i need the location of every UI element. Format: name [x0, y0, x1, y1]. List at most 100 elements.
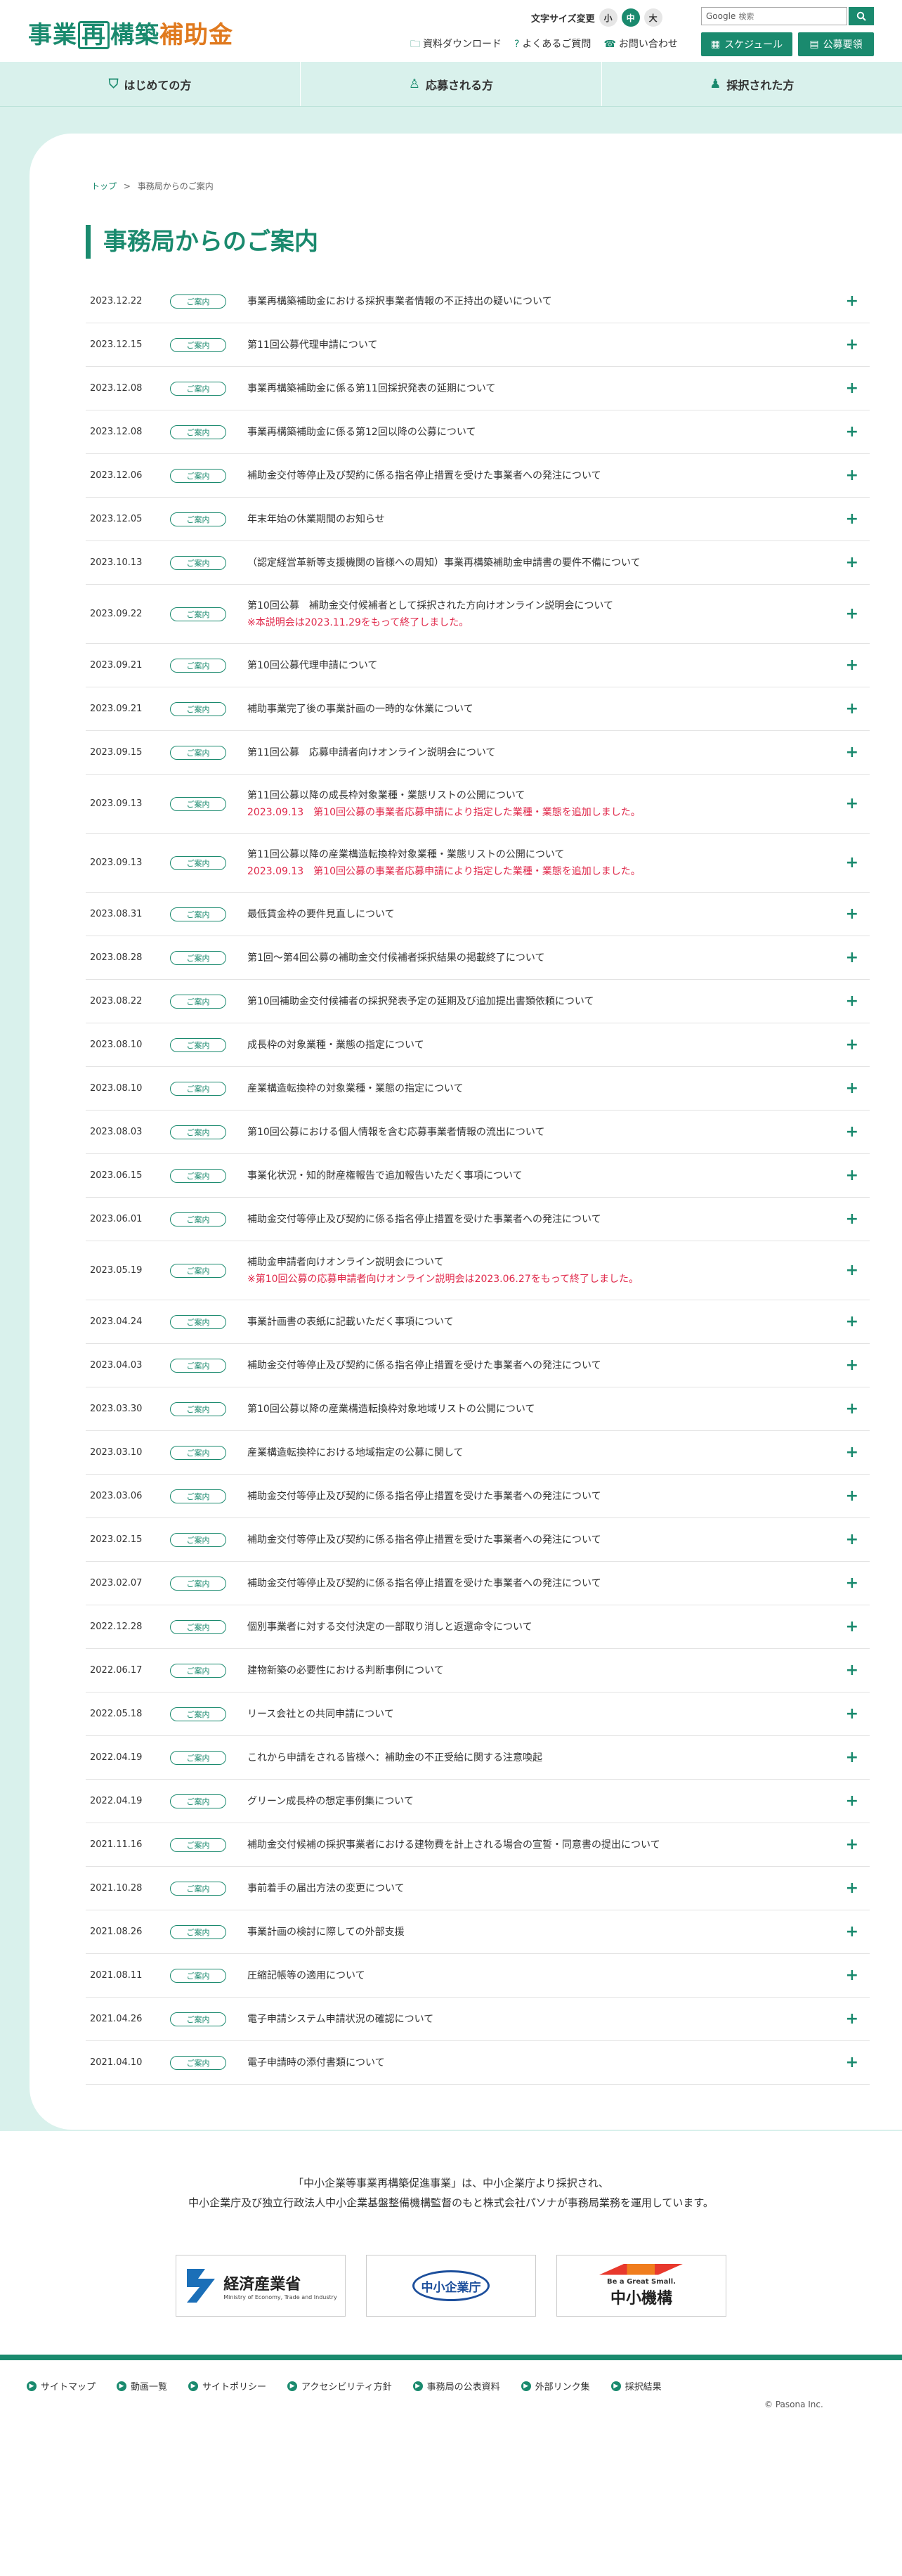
news-item[interactable]: 2023.12.15 ご案内 第11回公募代理申請について + [86, 323, 870, 367]
chusho-logo-link[interactable]: 中小企業庁 [366, 2255, 536, 2317]
news-item[interactable]: 2023.03.10 ご案内 産業構造転換枠における地域指定の公募に関して + [86, 1431, 870, 1475]
news-item[interactable]: 2022.04.19 ご案内 グリーン成長枠の想定事例集について + [86, 1780, 870, 1823]
news-item[interactable]: 2023.09.21 ご案内 補助事業完了後の事業計画の一時的な休業について + [86, 687, 870, 731]
footer-link[interactable]: ▶ 採択結果 [610, 2379, 662, 2393]
news-title[interactable]: 産業構造転換枠の対象業種・業態の指定について [247, 1080, 464, 1097]
expand-plus-icon[interactable]: + [846, 795, 858, 813]
expand-plus-icon[interactable]: + [846, 1444, 858, 1461]
download-link[interactable]: 🗀 資料ダウンロード [410, 37, 502, 53]
footer-link[interactable]: ▶ 動画一覧 [117, 2379, 167, 2393]
expand-plus-icon[interactable]: + [846, 1531, 858, 1548]
news-title[interactable]: 個別事業者に対する交付決定の一部取り消しと返還命令について [247, 1619, 532, 1636]
news-title[interactable]: 建物新築の必要性における判断事例について [247, 1662, 444, 1679]
news-title[interactable]: グリーン成長枠の想定事例集について [247, 1793, 414, 1810]
expand-plus-icon[interactable]: + [846, 1836, 858, 1853]
font-size-medium-button[interactable]: 中 [621, 8, 640, 27]
expand-plus-icon[interactable]: + [846, 1662, 858, 1679]
expand-plus-icon[interactable]: + [846, 1080, 858, 1097]
news-title[interactable]: 補助金交付等停止及び契約に係る指名停止措置を受けた事業者への発注について [247, 1532, 601, 1548]
news-item[interactable]: 2023.06.15 ご案内 事業化状況・知的財産権報告で追加報告いただく事項につい… [86, 1154, 870, 1198]
news-item[interactable]: 2021.11.16 ご案内 補助金交付候補の採択事業者における建物費を計上される場… [86, 1823, 870, 1867]
footer-link[interactable]: ▶ サイトポリシー [188, 2379, 266, 2393]
news-title[interactable]: 圧縮記帳等の適用について [247, 1967, 365, 1984]
news-title[interactable]: これから申請をされる皆様へ：補助金の不正受給に関する注意喚起 [247, 1749, 542, 1766]
news-item[interactable]: 2023.03.06 ご案内 補助金交付等停止及び契約に係る指名停止措置を受けた事業… [86, 1475, 870, 1518]
news-title[interactable]: 事業計画の検討に際しての外部支援 [247, 1924, 405, 1941]
site-logo[interactable]: 事業再構築補助金 [28, 15, 233, 50]
font-size-small-button[interactable]: 小 [599, 8, 617, 27]
expand-plus-icon[interactable]: + [846, 992, 858, 1010]
expand-plus-icon[interactable]: + [846, 1357, 858, 1374]
news-item[interactable]: 2023.09.22 ご案内 第10回公募 補助金交付候補者として採択された方向けオ… [86, 585, 870, 644]
expand-plus-icon[interactable]: + [846, 2054, 858, 2071]
news-item[interactable]: 2023.08.10 ご案内 成長枠の対象業種・業態の指定について + [86, 1023, 870, 1067]
news-title[interactable]: 補助金交付候補の採択事業者における建物費を計上される場合の宣誓・同意書の提出につ… [247, 1837, 660, 1853]
expand-plus-icon[interactable]: + [846, 905, 858, 923]
news-item[interactable]: 2023.08.22 ご案内 第10回補助金交付候補者の採択発表予定の延期及び追加提… [86, 980, 870, 1023]
expand-plus-icon[interactable]: + [846, 949, 858, 966]
expand-plus-icon[interactable]: + [846, 656, 858, 674]
news-item[interactable]: 2023.08.28 ご案内 第1回〜第4回公募の補助金交付候補者採択結果の掲載終了… [86, 936, 870, 980]
news-title[interactable]: リース会社との共同申請について [247, 1706, 394, 1723]
news-title[interactable]: 補助金交付等停止及び契約に係る指名停止措置を受けた事業者への発注について [247, 1488, 601, 1505]
news-item[interactable]: 2023.12.05 ご案内 年末年始の休業期間のお知らせ + [86, 498, 870, 541]
news-title[interactable]: 第10回公募代理申請について [247, 657, 377, 674]
expand-plus-icon[interactable]: + [846, 2010, 858, 2028]
news-item[interactable]: 2023.05.19 ご案内 補助金申請者向けオンライン説明会について ※第10回公募… [86, 1241, 870, 1300]
news-item[interactable]: 2023.12.22 ご案内 事業再構築補助金における採択事業者情報の不正持出の疑い… [86, 280, 870, 323]
expand-plus-icon[interactable]: + [846, 380, 858, 397]
news-item[interactable]: 2023.03.30 ご案内 第10回公募以降の産業構造転換枠対象地域リストの公開に… [86, 1387, 870, 1431]
news-title[interactable]: 電子申請システム申請状況の確認について [247, 2011, 433, 2028]
guideline-button[interactable]: ▤ 公募要領 [798, 32, 874, 56]
news-title[interactable]: 補助事業完了後の事業計画の一時的な休業について [247, 701, 473, 718]
expand-plus-icon[interactable]: + [846, 1749, 858, 1766]
news-title[interactable]: 最低賃金枠の要件見直しについて [247, 906, 395, 923]
expand-plus-icon[interactable]: + [846, 1574, 858, 1592]
expand-plus-icon[interactable]: + [846, 1879, 858, 1897]
news-item[interactable]: 2023.09.13 ご案内 第11回公募以降の産業構造転換枠対象業種・業態リストの… [86, 834, 870, 893]
news-item[interactable]: 2022.06.17 ご案内 建物新築の必要性における判断事例について + [86, 1649, 870, 1692]
expand-plus-icon[interactable]: + [846, 1400, 858, 1418]
news-item[interactable]: 2023.12.08 ご案内 事業再構築補助金に係る第11回採択発表の延期について + [86, 367, 870, 410]
expand-plus-icon[interactable]: + [846, 744, 858, 761]
nav-item-applicants[interactable]: ♙ 応募される方 [301, 62, 602, 106]
news-item[interactable]: 2023.04.24 ご案内 事業計画書の表紙に記載いただく事項について + [86, 1300, 870, 1344]
news-item[interactable]: 2022.12.28 ご案内 個別事業者に対する交付決定の一部取り消しと返還命令につ… [86, 1605, 870, 1649]
news-title[interactable]: 補助金交付等停止及び契約に係る指名停止措置を受けた事業者への発注について [247, 1211, 601, 1228]
news-title[interactable]: 補助金交付等停止及び契約に係る指名停止措置を受けた事業者への発注について [247, 467, 601, 484]
expand-plus-icon[interactable]: + [846, 292, 858, 310]
expand-plus-icon[interactable]: + [846, 423, 858, 441]
expand-plus-icon[interactable]: + [846, 554, 858, 571]
schedule-button[interactable]: ▦ スケジュール [701, 32, 792, 56]
expand-plus-icon[interactable]: + [846, 336, 858, 354]
news-title[interactable]: 第11回公募代理申請について [247, 337, 377, 354]
news-item[interactable]: 2021.04.26 ご案内 電子申請システム申請状況の確認について + [86, 1998, 870, 2041]
news-title[interactable]: 補助金申請者向けオンライン説明会について ※第10回公募の応募申請者向けオンライン… [247, 1254, 639, 1288]
expand-plus-icon[interactable]: + [846, 605, 858, 623]
news-item[interactable]: 2021.08.11 ご案内 圧縮記帳等の適用について + [86, 1954, 870, 1998]
meti-logo-link[interactable]: 経済産業省 Ministry of Economy, Trade and Ind… [176, 2255, 346, 2317]
expand-plus-icon[interactable]: + [846, 467, 858, 484]
expand-plus-icon[interactable]: + [846, 700, 858, 718]
search-input[interactable] [738, 11, 816, 21]
news-title[interactable]: 第10回公募 補助金交付候補者として採択された方向けオンライン説明会について ※本… [247, 597, 613, 631]
news-title[interactable]: （認定経営革新等支援機関の皆様への周知）事業再構築補助金申請書の要件不備について [247, 555, 641, 571]
breadcrumb-home[interactable]: トップ [91, 181, 117, 191]
news-item[interactable]: 2023.09.15 ご案内 第11回公募 応募申請者向けオンライン説明会について + [86, 731, 870, 775]
news-item[interactable]: 2023.09.13 ご案内 第11回公募以降の成長枠対象業種・業態リストの公開につ… [86, 775, 870, 834]
news-item[interactable]: 2023.09.21 ご案内 第10回公募代理申請について + [86, 644, 870, 687]
nav-item-first-timers[interactable]: ⛉ はじめての方 [0, 62, 301, 106]
expand-plus-icon[interactable]: + [846, 1792, 858, 1810]
search-button[interactable] [849, 7, 874, 25]
expand-plus-icon[interactable]: + [846, 1123, 858, 1141]
news-item[interactable]: 2022.04.19 ご案内 これから申請をされる皆様へ：補助金の不正受給に関する注… [86, 1736, 870, 1780]
news-title[interactable]: 事業再構築補助金に係る第11回採択発表の延期について [247, 380, 495, 397]
news-title[interactable]: 事業再構築補助金に係る第12回以降の公募について [247, 424, 476, 441]
footer-link[interactable]: ▶ アクセシビリティ方針 [287, 2379, 392, 2393]
expand-plus-icon[interactable]: + [846, 1487, 858, 1505]
expand-plus-icon[interactable]: + [846, 854, 858, 872]
news-title[interactable]: 第10回公募以降の産業構造転換枠対象地域リストの公開について [247, 1401, 535, 1418]
news-item[interactable]: 2023.02.15 ご案内 補助金交付等停止及び契約に係る指名停止措置を受けた事業… [86, 1518, 870, 1562]
contact-link[interactable]: ☎ お問い合わせ [603, 37, 677, 53]
news-title[interactable]: 事業再構築補助金における採択事業者情報の不正持出の疑いについて [247, 293, 552, 310]
